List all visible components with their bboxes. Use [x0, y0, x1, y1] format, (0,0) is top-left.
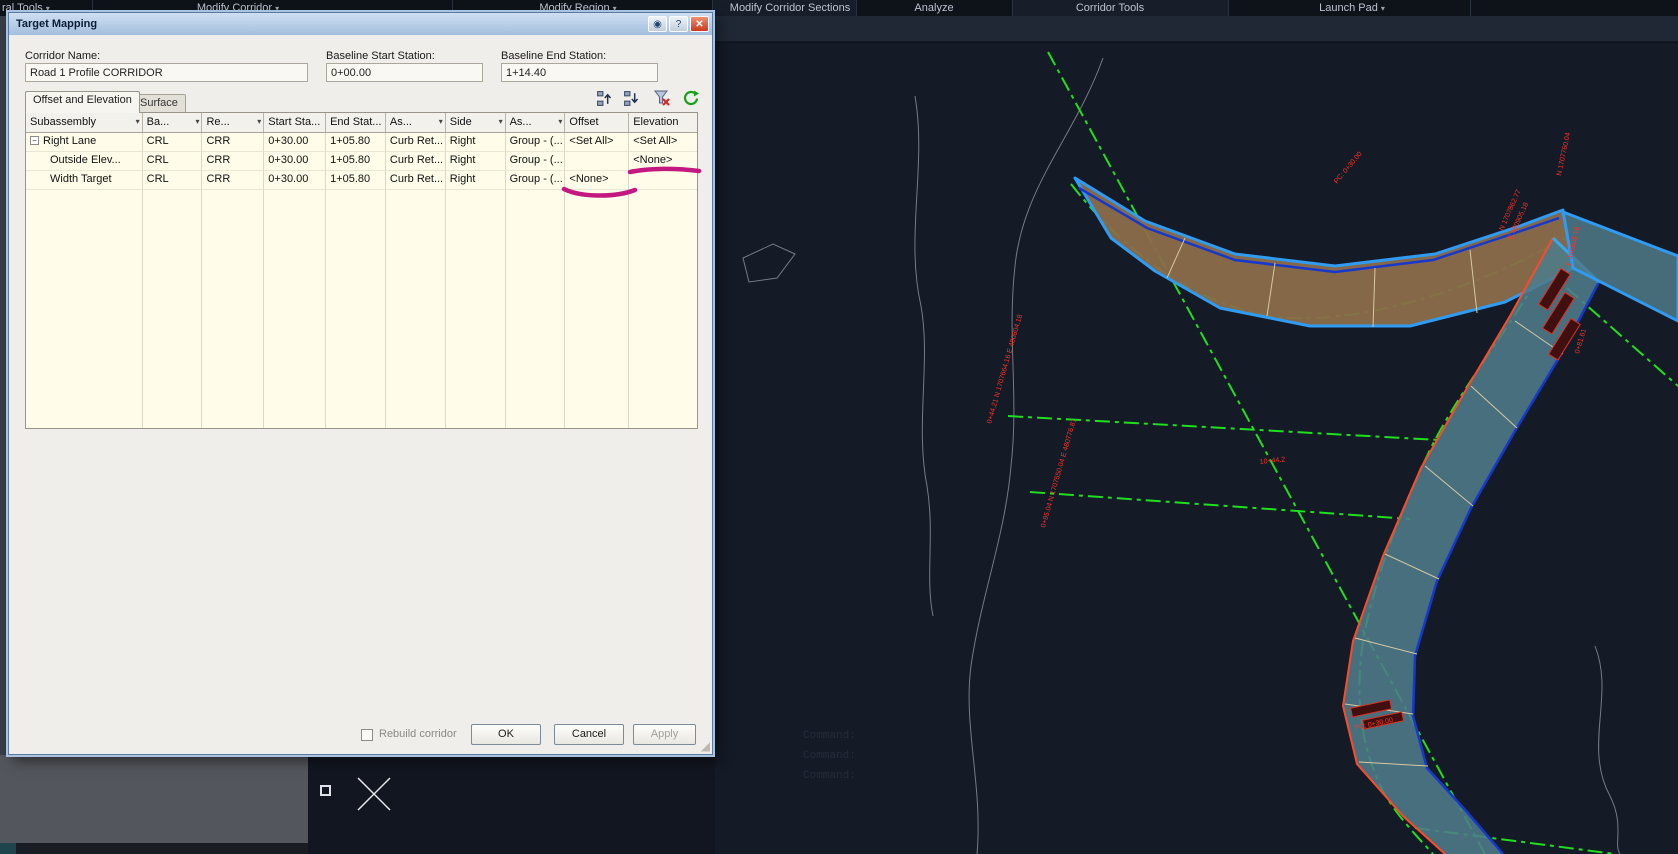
resize-grip[interactable]: ◢	[701, 739, 710, 753]
application-window: ral Tools ▾ Modify Corridor ▾ Modify Regio…	[0, 0, 1678, 854]
chevron-down-icon[interactable]: ▾	[558, 117, 562, 126]
baseline-start-input[interactable]	[326, 63, 483, 82]
command-echo-line: Command:	[803, 770, 856, 782]
column-header-elevation[interactable]: Elevation	[629, 113, 697, 132]
rebuild-corridor-label: Rebuild corridor	[379, 728, 457, 740]
target-mapping-dialog: Target Mapping ◉ ? ✕ Corridor Name: Base…	[6, 10, 715, 757]
offset-target-cell[interactable]	[565, 152, 630, 171]
tab-offset-and-elevation[interactable]: Offset and Elevation	[25, 91, 140, 113]
command-echo-line: Command:	[803, 730, 856, 742]
model-space-canvas[interactable]: PC: 0+30.00 N 1707862.77 E 480905.18 0+4…	[715, 16, 1678, 854]
command-echo-line: Command:	[803, 750, 856, 762]
grid-empty-area	[26, 190, 697, 428]
ok-button[interactable]: OK	[471, 724, 541, 745]
chevron-down-icon[interactable]: ▾	[257, 117, 261, 126]
grid-header-row: Subassembly ▾ Ba... ▾ Re... ▾ Start Sta... …	[26, 113, 697, 133]
pick-upward-button[interactable]	[592, 87, 616, 109]
cancel-button[interactable]: Cancel	[554, 724, 624, 745]
column-header-end-station[interactable]: End Stat...	[326, 113, 386, 132]
corridor-name-input[interactable]	[25, 63, 308, 82]
apply-button[interactable]: Apply	[633, 724, 696, 745]
ribbon-separator	[1470, 0, 1471, 16]
baseline-start-label: Baseline Start Station:	[326, 50, 435, 62]
ribbon-separator	[1228, 0, 1229, 16]
help-button[interactable]: ?	[669, 16, 688, 32]
column-header-assembly[interactable]: As... ▾	[386, 113, 446, 132]
refresh-button[interactable]	[679, 87, 703, 109]
elevation-target-cell[interactable]: <Set All>	[629, 133, 698, 152]
close-button[interactable]: ✕	[690, 16, 709, 32]
rebuild-corridor-checkbox[interactable]	[361, 729, 373, 741]
column-header-side[interactable]: Side ▾	[446, 113, 506, 132]
clear-filter-icon	[654, 90, 670, 106]
column-header-baseline[interactable]: Ba... ▾	[143, 113, 203, 132]
annotation-underline-offset	[561, 186, 638, 198]
table-row[interactable]: Outside Elev... CRL CRR 0+30.00 1+05.80 …	[26, 152, 698, 171]
menu-modify-corridor-sections[interactable]: Modify Corridor Sections	[730, 2, 850, 14]
chevron-down-icon: ▾	[1380, 4, 1385, 13]
left-panel-sliver	[0, 16, 8, 755]
menu-launch-pad[interactable]: Launch Pad ▾	[1319, 2, 1385, 14]
chevron-down-icon[interactable]: ▾	[136, 117, 140, 126]
command-line-echo: Command: Command: Command:	[803, 730, 856, 782]
column-header-offset[interactable]: Offset	[565, 113, 630, 132]
tab-surface[interactable]: Surface	[132, 94, 186, 113]
dialog-title: Target Mapping	[16, 18, 98, 30]
target-mapping-grid: Subassembly ▾ Ba... ▾ Re... ▾ Start Sta... …	[25, 112, 698, 429]
chevron-down-icon[interactable]: ▾	[195, 117, 199, 126]
column-header-assembly-group[interactable]: As... ▾	[506, 113, 566, 132]
tree-collapse-icon[interactable]: −	[30, 136, 39, 145]
viewport-icon	[320, 785, 331, 796]
menu-analyze[interactable]: Analyze	[914, 2, 953, 14]
dialog-titlebar[interactable]: Target Mapping ◉ ? ✕	[9, 13, 712, 35]
ribbon-separator	[856, 0, 857, 16]
chevron-down-icon[interactable]: ▾	[499, 117, 503, 126]
ribbon-separator	[1012, 0, 1013, 16]
dialog-extra-button[interactable]: ◉	[648, 16, 667, 32]
column-header-start-station[interactable]: Start Sta...	[264, 113, 327, 132]
clear-filter-button[interactable]	[650, 87, 674, 109]
table-row[interactable]: − Right Lane CRL CRR 0+30.00 1+05.80 Curb…	[26, 133, 698, 152]
chevron-down-icon[interactable]: ▾	[439, 117, 443, 126]
offset-target-cell[interactable]: <Set All>	[565, 133, 630, 152]
bottom-strip	[0, 843, 308, 854]
annotation-underline-elevation	[627, 166, 702, 175]
canvas-background	[715, 16, 1678, 854]
pick-upward-icon	[596, 90, 611, 106]
dialog-extra-icon: ◉	[653, 18, 662, 30]
column-header-subassembly[interactable]: Subassembly ▾	[26, 113, 143, 132]
background-panel	[0, 755, 308, 843]
help-icon: ?	[675, 18, 682, 30]
pick-downward-icon	[623, 90, 638, 106]
column-header-region[interactable]: Re... ▾	[202, 113, 265, 132]
pick-downward-button[interactable]	[619, 87, 643, 109]
close-icon: ✕	[695, 18, 704, 30]
menu-corridor-tools[interactable]: Corridor Tools	[1076, 2, 1144, 14]
corridor-name-label: Corridor Name:	[25, 50, 101, 62]
baseline-end-input[interactable]	[501, 63, 658, 82]
ribbon-lower-band	[715, 16, 1678, 42]
lower-drawing-area[interactable]	[308, 755, 715, 854]
crosshair-cursor	[357, 777, 391, 811]
corner-accent	[0, 843, 16, 854]
baseline-end-label: Baseline End Station:	[501, 50, 607, 62]
refresh-icon	[683, 90, 699, 106]
